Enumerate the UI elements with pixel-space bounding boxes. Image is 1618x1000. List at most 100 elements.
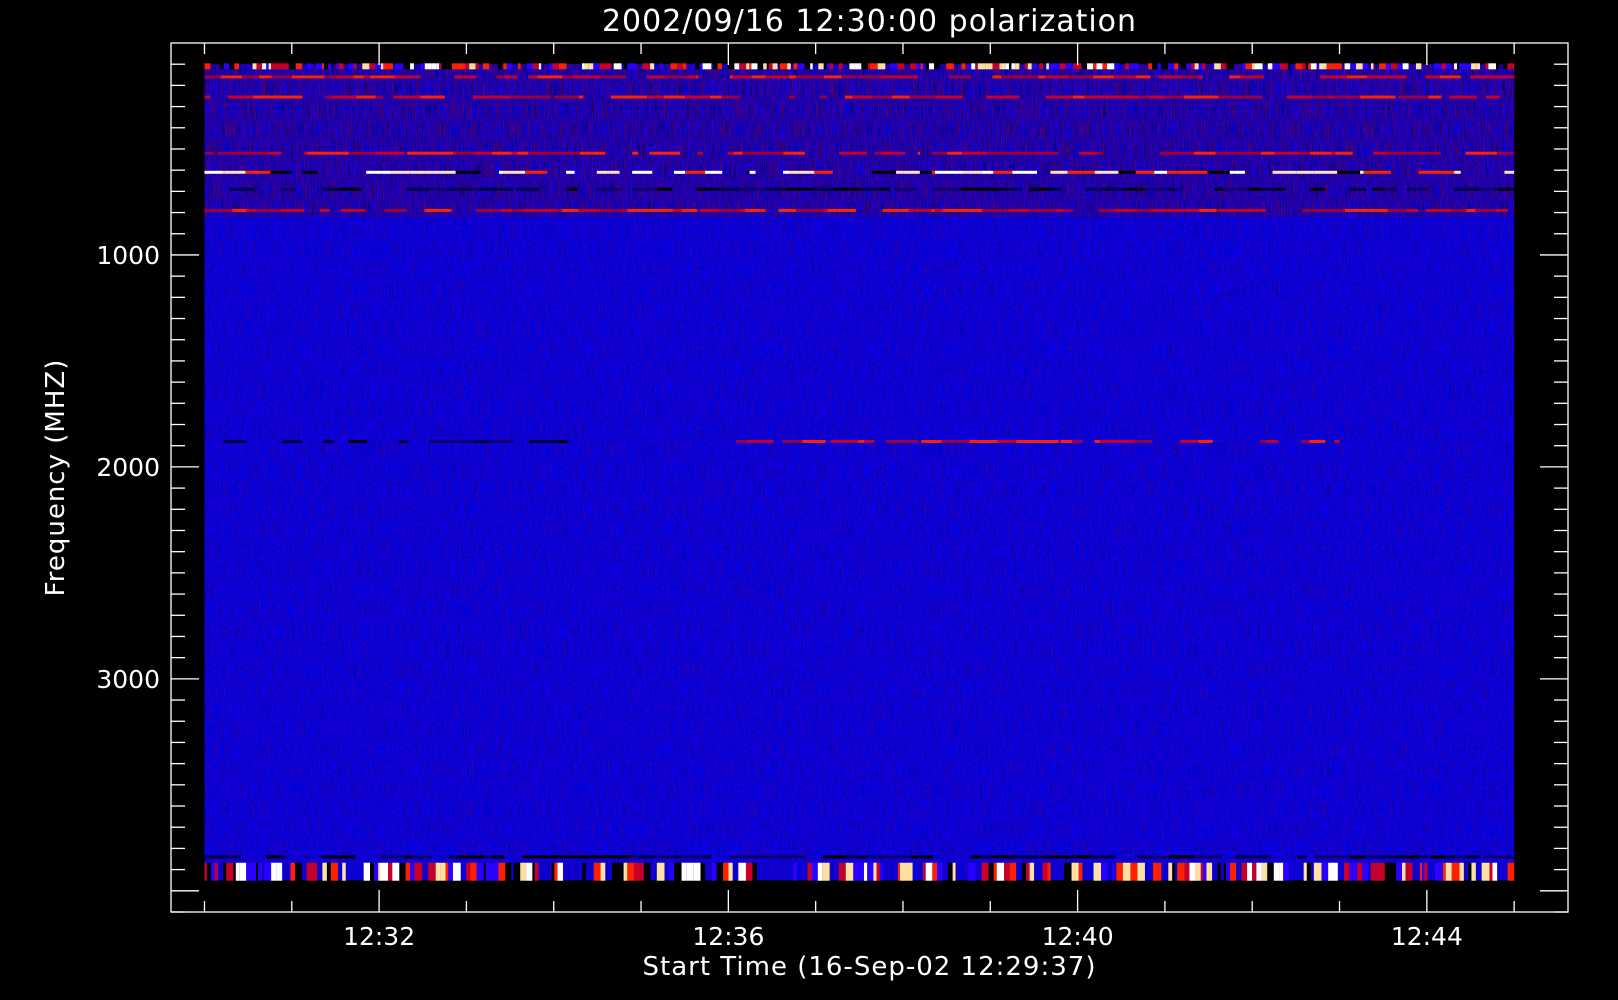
- feature-segment: [978, 439, 998, 443]
- feature-segment: [1226, 862, 1231, 881]
- feature-segment: [1365, 855, 1380, 859]
- feature-segment: [398, 439, 409, 443]
- feature-segment: [1134, 63, 1139, 70]
- feature-segment: [326, 862, 331, 881]
- feature-segment: [476, 187, 492, 191]
- feature-segment: [456, 855, 484, 859]
- feature-segment: [1114, 63, 1120, 70]
- feature-segment: [676, 63, 683, 70]
- feature-segment: [718, 208, 739, 212]
- feature-segment: [1511, 187, 1515, 191]
- feature-segment: [1335, 63, 1342, 70]
- feature-segment: [810, 170, 815, 174]
- feature-segment: [867, 63, 871, 70]
- feature-segment: [1371, 187, 1385, 191]
- feature-segment: [1212, 63, 1215, 70]
- feature-segment: [1279, 63, 1288, 70]
- feature-segment: [627, 862, 635, 881]
- feature-segment: [503, 75, 518, 79]
- feature-segment: [303, 151, 308, 155]
- feature-segment: [322, 187, 340, 191]
- feature-segment: [1053, 187, 1062, 191]
- feature-segment: [1207, 170, 1211, 174]
- feature-segment: [1454, 855, 1465, 859]
- feature-segment: [348, 63, 354, 70]
- feature-segment: [1129, 63, 1135, 70]
- feature-segment: [1078, 862, 1083, 881]
- feature-segment: [1425, 208, 1452, 212]
- x-axis-label: Start Time (16-Sep-02 12:29:37): [643, 952, 1097, 982]
- feature-segment: [787, 63, 791, 70]
- y-tick-label: 3000: [96, 665, 160, 694]
- feature-segment: [1153, 862, 1159, 881]
- feature-segment: [1439, 75, 1461, 79]
- feature-segment: [569, 855, 594, 859]
- feature-segment: [388, 862, 393, 881]
- feature-band-9: [204, 855, 1515, 859]
- feature-segment: [1241, 63, 1246, 70]
- feature-segment: [1441, 63, 1446, 70]
- feature-segment: [481, 439, 489, 443]
- feature-segment: [498, 170, 504, 174]
- feature-segment: [445, 862, 449, 881]
- feature-segment: [512, 208, 524, 212]
- feature-segment: [1331, 63, 1336, 70]
- feature-segment: [738, 208, 746, 212]
- feature-segment: [852, 95, 873, 99]
- feature-segment: [204, 75, 221, 79]
- feature-segment: [226, 862, 234, 881]
- feature-segment: [1507, 63, 1512, 70]
- feature-segment: [1200, 862, 1204, 881]
- feature-segment: [921, 439, 929, 443]
- feature-segment: [1240, 75, 1264, 79]
- feature-segment: [1303, 862, 1307, 881]
- feature-segment: [1065, 63, 1074, 70]
- feature-segment: [1331, 151, 1336, 155]
- feature-segment: [353, 75, 364, 79]
- feature-segment: [1247, 862, 1253, 881]
- feature-segment: [894, 187, 917, 191]
- feature-segment: [1067, 170, 1095, 174]
- feature-segment: [646, 862, 651, 881]
- feature-segment: [1193, 855, 1221, 859]
- feature-segment: [491, 862, 496, 881]
- feature-segment: [319, 208, 330, 212]
- feature-segment: [871, 170, 897, 174]
- feature-segment: [802, 439, 826, 443]
- feature-segment: [582, 862, 586, 881]
- feature-segment: [1465, 151, 1485, 155]
- feature-segment: [1360, 95, 1380, 99]
- feature-segment: [1370, 862, 1378, 881]
- feature-segment: [1311, 187, 1326, 191]
- feature-band-0: [204, 63, 1515, 70]
- feature-segment: [1489, 75, 1507, 79]
- feature-segment: [1058, 439, 1061, 443]
- feature-segment: [235, 862, 240, 881]
- feature-segment: [1135, 170, 1155, 174]
- feature-segment: [672, 208, 679, 212]
- feature-segment: [268, 63, 272, 70]
- feature-segment: [638, 855, 658, 859]
- feature-segment: [234, 63, 240, 70]
- feature-segment: [992, 63, 1000, 70]
- feature-segment: [845, 862, 854, 881]
- feature-segment: [1384, 862, 1390, 881]
- feature-segment: [739, 63, 747, 70]
- feature-segment: [1488, 63, 1497, 70]
- feature-segment: [1219, 208, 1240, 212]
- feature-segment: [672, 855, 681, 859]
- feature-segment: [936, 862, 943, 881]
- feature-segment: [1191, 95, 1210, 99]
- feature-segment: [721, 95, 741, 99]
- feature-segment: [491, 151, 512, 155]
- feature-segment: [369, 63, 376, 70]
- feature-segment: [1379, 95, 1396, 99]
- feature-segment: [872, 95, 892, 99]
- feature-segment: [1407, 862, 1413, 881]
- feature-segment: [956, 75, 971, 79]
- feature-segment: [529, 170, 548, 174]
- feature-segment: [1029, 862, 1035, 881]
- feature-segment: [482, 63, 490, 70]
- feature-segment: [992, 855, 1015, 859]
- feature-segment: [765, 75, 789, 79]
